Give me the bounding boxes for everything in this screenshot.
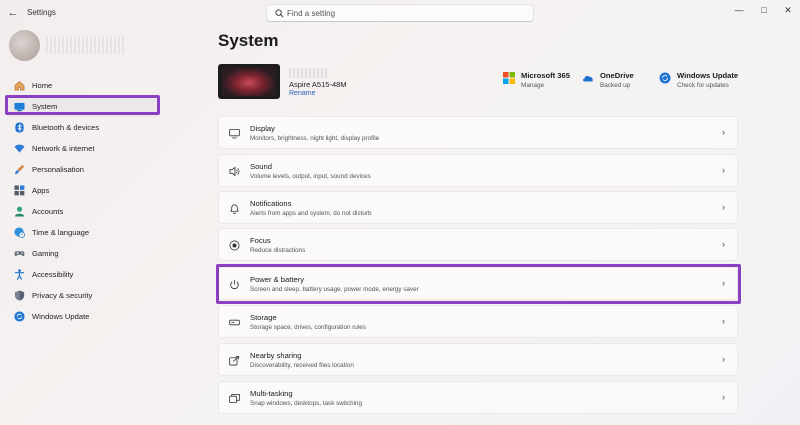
sidebar-item-label: Gaming [32,249,59,258]
card-subtitle: Storage space, drives, configuration rul… [250,324,366,331]
settings-card-focus[interactable]: Focus Reduce distractions › [218,228,738,261]
quick-link-microsoft-365[interactable]: Microsoft 365 Manage [503,71,570,89]
chevron-right-icon: › [722,202,725,212]
quick-link-subtitle: Backed up [600,82,631,89]
settings-card-nearby-sharing[interactable]: Nearby sharing Discoverability, received… [218,343,738,376]
gamepad-icon [14,248,25,259]
apps-icon [14,185,25,196]
chevron-right-icon: › [722,354,725,364]
shield-icon [14,290,25,301]
quick-link-title: Windows Update [677,71,739,80]
sidebar-item-label: Apps [32,186,50,195]
chevron-right-icon: › [722,316,725,326]
storage-icon [229,319,240,326]
sidebar-item-label: Time & language [32,228,90,237]
card-subtitle: Volume levels, output, input, sound devi… [250,173,371,180]
sidebar-item-label: Bluetooth & devices [32,123,100,132]
chevron-right-icon: › [722,165,725,175]
globe-clock-icon [14,227,25,238]
card-subtitle: Monitors, brightness, night light, displ… [250,135,380,142]
sidebar-item-label: Accounts [32,207,64,216]
card-title: Focus [250,236,271,245]
quick-link-subtitle: Check for updates [677,82,729,89]
brush-icon [14,164,25,175]
chevron-right-icon: › [722,392,725,402]
microsoft-logo-icon [503,72,515,84]
chevron-right-icon: › [722,127,725,137]
sidebar-item-apps[interactable]: Apps [8,180,160,201]
card-title: Storage [250,313,277,322]
page-title: System [218,31,279,50]
multitask-icon [229,393,240,404]
sidebar-item-label: Windows Update [32,312,90,321]
sidebar-item-bluetooth[interactable]: Bluetooth & devices [8,117,160,138]
accessibility-icon [14,269,25,280]
settings-card-notifications[interactable]: Notifications Alerts from apps and syste… [218,191,738,224]
quick-link-title: Microsoft 365 [521,71,570,80]
sidebar-item-label: Privacy & security [32,291,93,300]
quick-link-onedrive[interactable]: OneDrive Backed up [582,71,634,89]
sidebar-item-gaming[interactable]: Gaming [8,243,160,264]
onedrive-cloud-icon [583,75,593,82]
update-icon [14,311,25,322]
monitor-icon [229,128,240,139]
title-bar: ← Settings — □ ✕ [0,0,800,26]
sidebar-item-label: Accessibility [32,270,74,279]
card-subtitle: Reduce distractions [250,247,306,254]
focus-icon [229,240,240,251]
sidebar-item-accessibility[interactable]: Accessibility [8,264,160,285]
highlight-box-power-battery [216,264,741,304]
sidebar-item-label: Network & internet [32,144,95,153]
bluetooth-icon [14,122,25,133]
sidebar-item-label: Home [32,81,53,90]
card-title: Sound [250,162,272,171]
app-title: Settings [27,8,56,17]
sidebar-item-windows-update[interactable]: Windows Update [8,306,160,327]
quick-link-windows-update[interactable]: Windows Update Check for updates [659,71,738,89]
device-thumbnail [218,64,280,99]
avatar[interactable] [9,30,40,61]
search-input[interactable] [287,6,527,20]
minimize-button[interactable]: — [731,3,747,17]
close-button[interactable]: ✕ [780,3,796,17]
settings-card-sound[interactable]: Sound Volume levels, output, input, soun… [218,154,738,187]
sidebar-item-home[interactable]: Home [8,75,160,96]
sidebar-item-label: Personalisation [32,165,84,174]
account-icon [14,206,25,217]
card-title: Notifications [250,199,292,208]
share-icon [229,355,240,366]
settings-card-storage[interactable]: Storage Storage space, drives, configura… [218,305,738,338]
rename-link[interactable]: Rename [289,90,315,97]
quick-link-title: OneDrive [600,71,634,80]
back-arrow-icon[interactable]: ← [6,6,20,20]
sidebar-item-accounts[interactable]: Accounts [8,201,160,222]
card-subtitle: Alerts from apps and system, do not dist… [250,210,372,217]
settings-card-multi-tasking[interactable]: Multi-tasking Snap windows, desktops, ta… [218,381,738,414]
wifi-icon [14,143,25,154]
sidebar-item-network[interactable]: Network & internet [8,138,160,159]
home-icon [14,80,25,91]
card-title: Display [250,124,275,133]
chevron-right-icon: › [722,239,725,249]
sidebar-item-personalisation[interactable]: Personalisation [8,159,160,180]
bell-icon [229,204,240,214]
sidebar-item-time-language[interactable]: Time & language [8,222,160,243]
settings-card-display[interactable]: Display Monitors, brightness, night ligh… [218,116,738,149]
profile-name-redacted [46,36,126,54]
highlight-box-system [5,95,160,115]
speaker-icon [229,166,240,177]
device-name: Aspire A515-48M [289,80,347,89]
update-icon [659,72,671,84]
maximize-button[interactable]: □ [756,3,772,17]
device-label-redacted [289,68,329,78]
card-subtitle: Discoverability, received files location [250,362,354,369]
quick-link-subtitle: Manage [521,82,545,89]
search-box[interactable] [266,4,534,22]
sidebar-item-privacy-security[interactable]: Privacy & security [8,285,160,306]
card-title: Multi-tasking [250,389,293,398]
card-subtitle: Snap windows, desktops, task switching [250,400,363,407]
search-icon [275,9,284,18]
card-title: Nearby sharing [250,351,302,360]
